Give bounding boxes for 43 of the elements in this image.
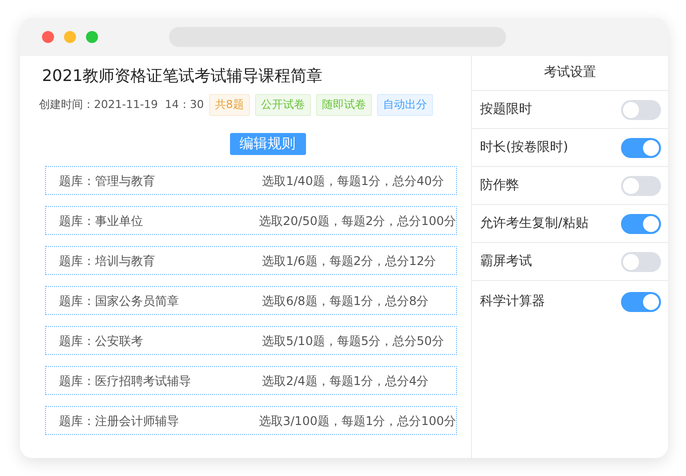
bank-rule: 选取3/100题，每题1分，总分100分 (258, 412, 456, 430)
course-title: 2021教师资格证笔试考试辅导课程简章 (42, 65, 324, 87)
toggle-switch[interactable] (621, 292, 661, 312)
bank-rule: 选取1/6题，每题2分，总分12分 (262, 252, 436, 270)
question-bank-row[interactable]: 题库：管理与教育 选取1/40题，每题1分，总分40分 (45, 166, 457, 195)
setting-label: 霸屏考试 (480, 252, 532, 271)
toggle-switch[interactable] (621, 176, 661, 196)
bank-rule: 选取5/10题，每题5分，总分50分 (262, 332, 444, 350)
maximize-icon[interactable] (86, 31, 98, 43)
toggle-switch[interactable] (621, 214, 661, 234)
question-bank-row[interactable]: 题库：事业单位 选取20/50题，每题2分，总分100分 (45, 206, 457, 235)
question-bank-row[interactable]: 题库：注册会计师辅导 选取3/100题，每题1分，总分100分 (45, 406, 457, 435)
bank-rule: 选取1/40题，每题1分，总分40分 (262, 172, 444, 190)
bank-rule: 选取6/8题，每题1分，总分8分 (262, 292, 429, 310)
minimize-icon[interactable] (64, 31, 76, 43)
tag: 自动出分 (376, 94, 433, 116)
bank-name: 题库：管理与教育 (59, 172, 156, 190)
tag: 随即试卷 (316, 94, 372, 116)
question-bank-row[interactable]: 题库：培训与教育 选取1/6题，每题2分，总分12分 (45, 246, 457, 275)
toggle-switch[interactable] (621, 100, 661, 120)
bank-name: 题库：注册会计师辅导 (59, 412, 180, 430)
bank-rule: 选取20/50题，每题2分，总分100分 (258, 212, 456, 230)
bank-name: 题库：事业单位 (59, 212, 144, 230)
created-time: 创建时间：2021-11-19 14：30 (39, 96, 204, 113)
question-bank-row[interactable]: 题库：公安联考 选取5/10题，每题5分，总分50分 (45, 326, 457, 355)
bank-rule: 选取2/4题，每题1分，总分4分 (262, 372, 429, 390)
toggle-switch[interactable] (621, 252, 661, 272)
setting-label: 防作弊 (480, 176, 519, 195)
tag: 共8题 (208, 94, 250, 116)
tag: 公开试卷 (254, 94, 311, 116)
setting-label: 科学计算器 (480, 293, 545, 312)
bank-name: 题库：培训与教育 (59, 252, 156, 270)
question-bank-row[interactable]: 题库：医疗招聘考试辅导 选取2/4题，每题1分，总分4分 (45, 366, 457, 395)
bank-name: 题库：国家公务员简章 (59, 292, 180, 310)
bank-name: 题库：公安联考 (59, 332, 144, 350)
setting-label: 允许考生复制/粘贴 (480, 214, 588, 233)
bank-name: 题库：医疗招聘考试辅导 (59, 372, 192, 390)
question-bank-row[interactable]: 题库：国家公务员简章 选取6/8题，每题1分，总分8分 (45, 286, 457, 315)
close-icon[interactable] (42, 31, 54, 43)
setting-label: 按题限时 (480, 100, 532, 119)
settings-title: 考试设置 (472, 56, 668, 91)
setting-label: 时长(按卷限时) (480, 138, 568, 157)
toggle-switch[interactable] (621, 138, 661, 158)
